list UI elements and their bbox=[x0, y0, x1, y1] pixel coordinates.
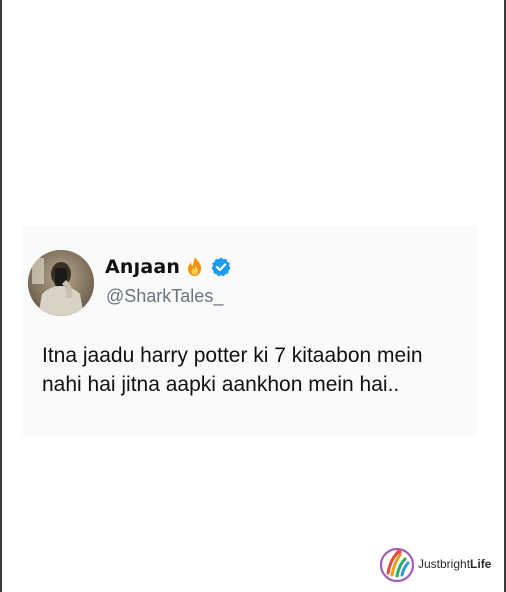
tweet-card[interactable]: Anȷaan @SharkTales_ Itna jaadu harry pot… bbox=[22, 226, 478, 436]
display-name[interactable]: Anȷaan bbox=[105, 256, 180, 278]
display-name-row: Anȷaan bbox=[105, 256, 232, 278]
fire-icon bbox=[184, 256, 206, 278]
avatar[interactable] bbox=[28, 250, 94, 316]
brand-name-light: Justbright bbox=[418, 557, 471, 571]
profile-photo-icon bbox=[28, 250, 94, 316]
user-handle[interactable]: @SharkTales_ bbox=[106, 286, 223, 307]
brand-watermark: JustbrightLife bbox=[378, 545, 491, 583]
verified-badge-icon bbox=[210, 256, 232, 278]
tweet-text: Itna jaadu harry potter ki 7 kitaabon me… bbox=[42, 344, 423, 396]
brand-name: JustbrightLife bbox=[418, 557, 491, 571]
justbrightlife-logo-icon bbox=[378, 545, 416, 583]
brand-name-bold: Life bbox=[470, 557, 492, 571]
